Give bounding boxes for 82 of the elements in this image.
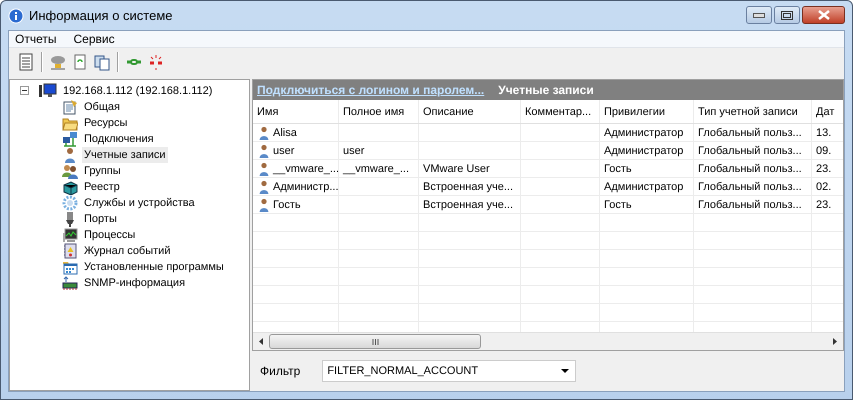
user-icon	[257, 160, 271, 176]
tree-item[interactable]: Подключения	[82, 131, 156, 147]
column-header[interactable]: Имя	[253, 100, 339, 123]
server-icon[interactable]	[49, 53, 67, 71]
table-cell: Встроенная уче...	[419, 178, 521, 195]
notes-icon[interactable]	[17, 53, 35, 71]
menu-item[interactable]: Отчеты	[12, 32, 70, 46]
table-cell: Гость	[600, 160, 694, 177]
close-icon	[818, 10, 830, 20]
minimize-button[interactable]	[746, 6, 772, 24]
user-icon	[257, 196, 271, 212]
tree-item[interactable]: Реестр	[82, 179, 122, 195]
table-cell: Гость	[600, 196, 694, 213]
tree-item[interactable]: SNMP-информация	[82, 275, 188, 291]
user-name: Администр...	[273, 180, 338, 192]
user-icon	[257, 124, 271, 140]
scrollbar-thumb[interactable]	[269, 334, 481, 349]
tree-item[interactable]: Процессы	[82, 227, 138, 243]
filter-label: Фильтр	[260, 364, 300, 378]
tree-item[interactable]: Журнал событий	[82, 243, 172, 259]
tree-item[interactable]: Службы и устройства	[82, 195, 197, 211]
tree-item[interactable]: 192.168.1.112 (192.168.1.112)	[61, 82, 214, 98]
filter-dropdown[interactable]: FILTER_NORMAL_ACCOUNT	[322, 360, 576, 382]
tree-item[interactable]: Порты	[82, 211, 119, 227]
table-cell: Глобальный польз...	[694, 160, 812, 177]
column-header[interactable]: Комментар...	[521, 100, 600, 123]
column-header[interactable]: Тип учетной записи	[694, 100, 812, 123]
user-name: Alisa	[273, 126, 297, 138]
table-cell: VMware User	[419, 160, 521, 177]
device-icon	[62, 275, 78, 291]
users-icon	[62, 163, 78, 179]
user-name: user	[273, 144, 294, 156]
document-icon	[62, 99, 78, 115]
column-header[interactable]: Полное имя	[339, 100, 419, 123]
cube-icon	[62, 179, 78, 195]
network-icon	[62, 131, 78, 147]
column-header[interactable]: Описание	[419, 100, 521, 123]
table-cell: Администратор	[600, 142, 694, 159]
broken-link-icon[interactable]	[147, 53, 165, 71]
window-title: Информация о системе	[29, 8, 174, 23]
copy-icon[interactable]	[93, 53, 111, 71]
column-header[interactable]: Привилегии	[600, 100, 694, 123]
maximize-icon	[781, 10, 793, 20]
user-name: __vmware_...	[273, 162, 338, 174]
user-name: Гость	[273, 198, 301, 210]
tree-item[interactable]: Учетные записи	[82, 147, 168, 163]
table-cell: Глобальный польз...	[694, 124, 812, 141]
table-cell: user	[339, 142, 419, 159]
window-icon	[62, 259, 78, 275]
tree-item[interactable]: Ресурсы	[82, 115, 130, 131]
table-cell: 02.	[812, 178, 843, 195]
menu-item[interactable]: Сервис	[70, 32, 129, 46]
user-icon	[257, 178, 271, 194]
minimize-icon	[753, 12, 765, 18]
user-icon	[62, 147, 78, 163]
table-cell: Администратор	[600, 124, 694, 141]
user-icon	[257, 142, 271, 158]
table-cell: __vmware_...	[339, 160, 419, 177]
table-cell: 23.	[812, 160, 843, 177]
notebook-icon	[62, 243, 78, 259]
table-cell: 23.	[812, 196, 843, 213]
table-cell: 09.	[812, 142, 843, 159]
caret-icon	[561, 369, 570, 373]
info-icon	[8, 8, 24, 24]
panel-title: Учетные записи	[498, 83, 594, 97]
table-cell: Глобальный польз...	[694, 142, 812, 159]
tree-item[interactable]: Группы	[82, 163, 123, 179]
table-cell: 13.	[812, 124, 843, 141]
column-header[interactable]: Дат	[812, 100, 843, 123]
maximize-button[interactable]	[774, 6, 800, 24]
collapse-toggle[interactable]	[20, 86, 29, 95]
tree-item[interactable]: Установленные программы	[82, 259, 226, 275]
table-cell: Администратор	[600, 178, 694, 195]
tree-item[interactable]: Общая	[82, 99, 122, 115]
table-cell: Глобальный польз...	[694, 196, 812, 213]
table-cell: Глобальный польз...	[694, 178, 812, 195]
monitor-icon	[62, 227, 78, 243]
close-button[interactable]	[802, 6, 845, 24]
computer-icon	[39, 82, 57, 98]
table-cell: Встроенная уче...	[419, 196, 521, 213]
gear-icon	[62, 195, 78, 211]
minus-icon	[22, 88, 27, 93]
